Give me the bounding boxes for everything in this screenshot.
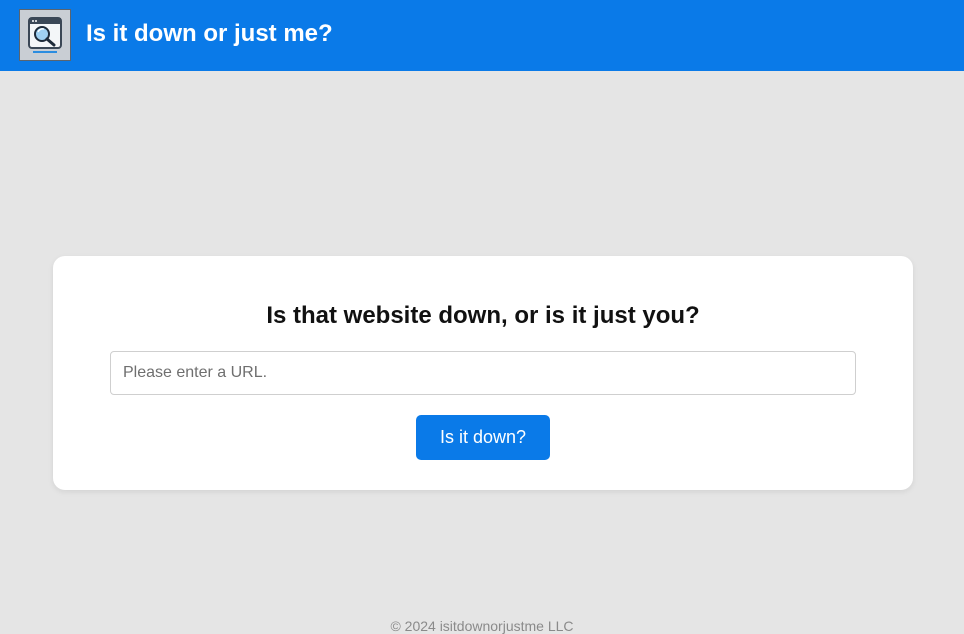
page-title: Is that website down, or is it just you? — [266, 302, 700, 329]
is-it-down-button[interactable]: Is it down? — [416, 415, 550, 460]
site-header: Is it down or just me? — [0, 0, 964, 71]
site-title[interactable]: Is it down or just me? — [86, 18, 333, 50]
url-input[interactable] — [110, 351, 856, 395]
magnifier-browser-icon[interactable] — [19, 9, 71, 61]
check-card: Is that website down, or is it just you?… — [53, 256, 913, 490]
footer-copyright: © 2024 isitdownorjustme LLC — [390, 618, 574, 634]
